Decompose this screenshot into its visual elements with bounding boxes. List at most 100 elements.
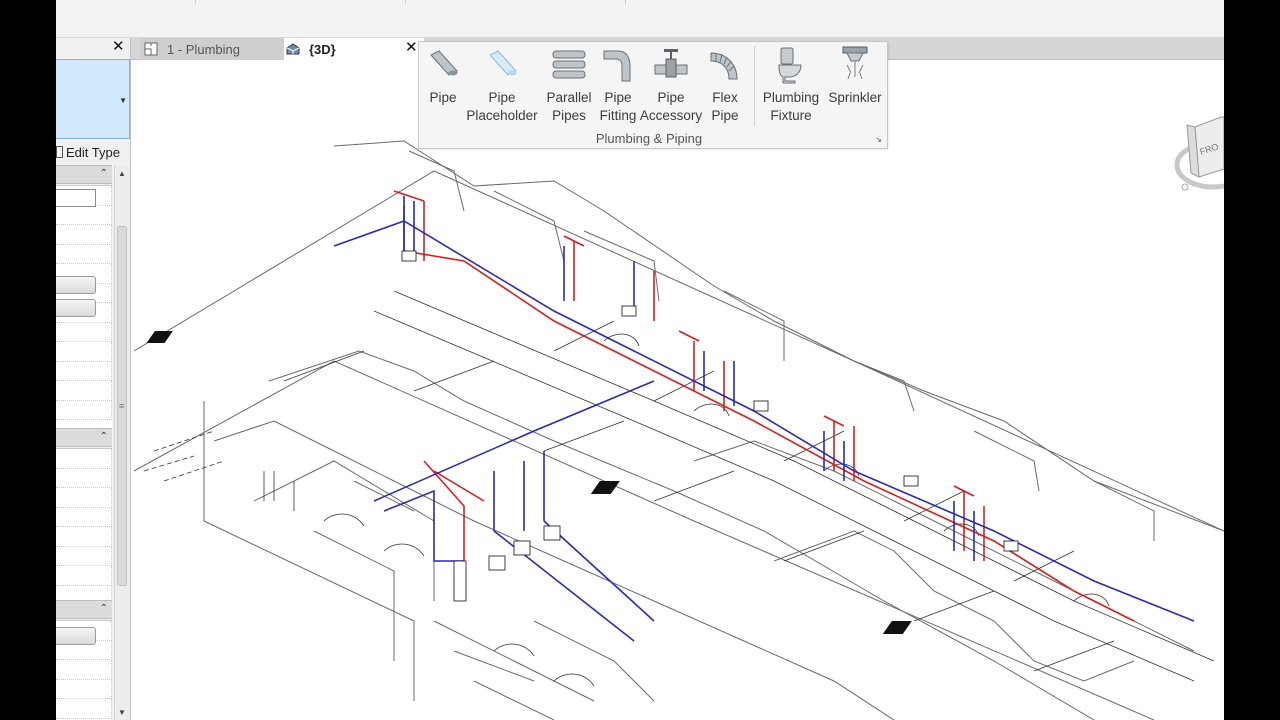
properties-group-header[interactable]: ⌃ (56, 600, 112, 619)
property-value-field[interactable] (56, 189, 96, 207)
pipe-accessory-button[interactable]: Pipe Accessory (639, 45, 703, 125)
tab-label: 1 - Plumbing (167, 41, 240, 57)
top-toolbar-strip (56, 0, 1224, 38)
collapse-icon[interactable]: ⌃ (100, 168, 108, 179)
property-row[interactable] (56, 361, 112, 381)
property-row[interactable] (56, 468, 112, 488)
sprinkler-button[interactable]: Sprinkler (825, 45, 885, 107)
floor-drain (146, 331, 173, 343)
sprinkler-label: Sprinkler (828, 90, 882, 105)
house-3d-icon (286, 43, 300, 55)
revit-window: 1 - Plumbing {3D} ✕ ✕ ▼ Edit Type ⌃ ⌃ ⌃ … (56, 0, 1224, 720)
fixture (453, 560, 467, 602)
property-row[interactable] (56, 527, 112, 547)
cold-water-branch (373, 380, 655, 642)
scroll-up-icon[interactable]: ▲ (118, 169, 126, 178)
property-button[interactable] (56, 276, 96, 294)
plumbing-fixture-icon (778, 47, 802, 84)
toolbar-segment (56, 0, 196, 4)
ribbon-separator (754, 46, 755, 126)
property-row[interactable] (56, 546, 112, 566)
properties-group-header[interactable]: ⌃ (56, 165, 112, 184)
pipe-placeholder-icon (489, 50, 517, 76)
hatch-marks (263, 471, 295, 511)
hot-water-main (403, 250, 1135, 622)
hot-water-branches (393, 190, 975, 497)
property-row[interactable] (56, 322, 112, 342)
property-row[interactable] (56, 205, 112, 225)
floor-drain (590, 481, 620, 494)
viewcube[interactable]: FRO (1173, 113, 1224, 209)
dashed-line (143, 430, 225, 482)
close-tab-button[interactable]: ✕ (405, 40, 418, 55)
property-row[interactable] (56, 342, 112, 362)
corridor-wall (268, 350, 1095, 720)
properties-group-header[interactable]: ⌃ (56, 428, 112, 447)
plumbing-3d-model[interactable] (134, 61, 1224, 720)
wall-outline (693, 440, 1195, 652)
property-row[interactable] (56, 381, 112, 401)
flex-pipe-button[interactable]: Flex Pipe (705, 45, 745, 125)
tab-3d[interactable]: {3D} (284, 38, 424, 60)
pipe-fitting-label-line2: Fitting (599, 108, 637, 123)
flex-pipe-label: Flex (712, 90, 738, 105)
fixture (1003, 540, 1019, 552)
plumbing-fixture-button[interactable]: Plumbing Fixture (759, 45, 823, 125)
stall-partitions (433, 620, 655, 720)
chevron-down-icon[interactable]: ▼ (119, 96, 127, 105)
fixture (903, 475, 919, 487)
property-button[interactable] (56, 627, 96, 645)
fixture (513, 540, 531, 556)
pipe-fitting-button[interactable]: Pipe Fitting (597, 45, 639, 125)
pipe-placeholder-button[interactable]: Pipe Placeholder (465, 45, 539, 125)
pipe-fitting-icon (603, 50, 631, 82)
building-outline (134, 170, 1224, 532)
scroll-down-icon[interactable]: ▼ (118, 708, 126, 717)
properties-palette: ✕ ▼ Edit Type ⌃ ⌃ ⌃ ▲ ≡ ▼ (56, 38, 131, 720)
wall-outline (333, 140, 1224, 532)
pipe-accessory-label-line2: Accessory (639, 108, 703, 123)
edit-type-label: Edit Type (66, 144, 120, 160)
property-row[interactable] (56, 507, 112, 527)
pipe-placeholder-label-line2: Placeholder (466, 108, 538, 123)
collapse-icon[interactable]: ⌃ (100, 431, 108, 442)
ceiling-grid-line (373, 310, 1195, 682)
plumbing-piping-ribbon-panel: Pipe Pipe Placeholder Parallel Pipes Pip… (418, 41, 888, 149)
pipe-accessory-icon (654, 49, 688, 78)
plumbing-fixture-label-line2: Fixture (770, 108, 812, 123)
parallel-pipes-label-line2: Pipes (552, 108, 586, 123)
property-row[interactable] (56, 660, 112, 680)
flex-pipe-label-line2: Pipe (711, 108, 739, 123)
toolbar-segment (196, 0, 406, 4)
building-outline (203, 401, 415, 701)
property-row[interactable] (56, 244, 112, 264)
property-row[interactable] (56, 225, 112, 245)
pipe-placeholder-label: Pipe (488, 90, 516, 105)
pipe-fitting-label: Pipe (604, 90, 632, 105)
restroom-walls (253, 460, 435, 661)
3d-view-canvas[interactable] (134, 61, 1224, 720)
property-row[interactable] (56, 400, 112, 420)
property-row[interactable] (56, 488, 112, 508)
parallel-pipes-button[interactable]: Parallel Pipes (541, 45, 597, 125)
edit-type-button[interactable]: Edit Type (56, 143, 130, 161)
ribbon-panel-title: Plumbing & Piping (595, 131, 703, 146)
parallel-pipes-icon (552, 50, 586, 79)
fixture (543, 525, 561, 541)
floor-plan-icon (144, 42, 158, 56)
property-row[interactable] (56, 566, 112, 586)
collapse-icon[interactable]: ⌃ (100, 603, 108, 614)
properties-scrollbar[interactable]: ▲ ≡ ▼ (114, 166, 129, 720)
property-button[interactable] (56, 299, 96, 317)
property-row[interactable] (56, 679, 112, 699)
partition-walls (408, 150, 1155, 541)
dialog-launcher-icon[interactable]: ↘ (875, 135, 882, 144)
property-row[interactable] (56, 449, 112, 469)
fixture-lines (283, 350, 1115, 672)
type-selector[interactable]: ▼ (56, 59, 130, 139)
close-properties-button[interactable]: ✕ (112, 39, 125, 54)
pipe-button[interactable]: Pipe (423, 45, 463, 107)
property-row[interactable] (56, 699, 112, 719)
pipe-icon (430, 50, 458, 76)
toolbar-segment (406, 0, 626, 4)
